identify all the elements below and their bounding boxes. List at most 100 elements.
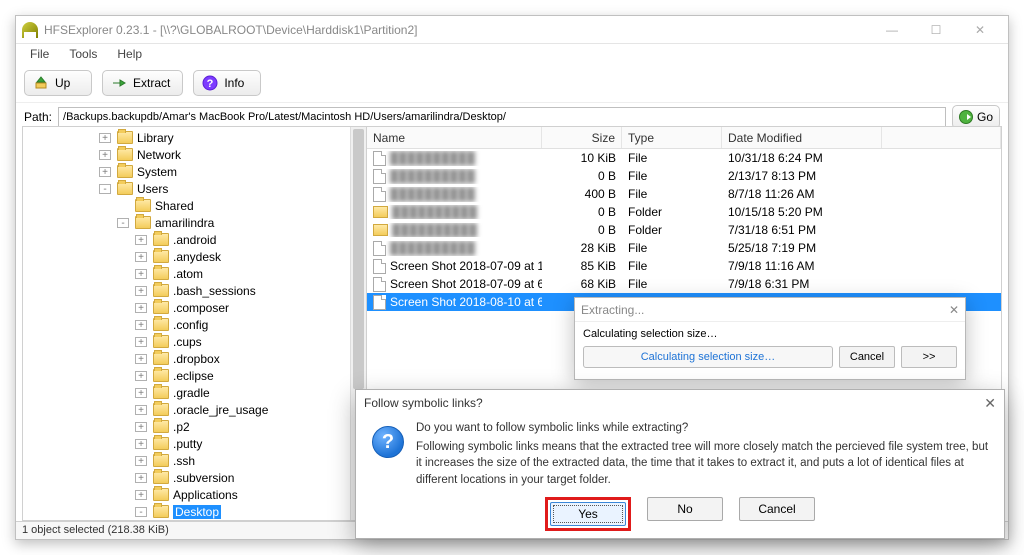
extract-button[interactable]: Extract	[102, 70, 183, 96]
tree-item[interactable]: + .anydesk	[29, 248, 366, 265]
menu-bar: File Tools Help	[16, 44, 1008, 64]
tree-item[interactable]: +.bash_sessions	[29, 282, 366, 299]
no-button[interactable]: No	[647, 497, 723, 521]
tree-item[interactable]: - amarilindra	[29, 214, 366, 231]
extract-label: Extract	[133, 76, 170, 90]
tree-item[interactable]: +.config	[29, 316, 366, 333]
tree-item[interactable]: +.subversion	[29, 469, 366, 486]
extracting-close-icon[interactable]: ✕	[949, 303, 959, 317]
expand-toggle-icon[interactable]: +	[135, 439, 147, 449]
expand-toggle-icon[interactable]: +	[135, 320, 147, 330]
table-row[interactable]: Screen Shot 2018-07-09 at 6.31.68 KiBFil…	[367, 275, 1001, 293]
close-button[interactable]: ✕	[958, 16, 1002, 44]
tree-item-label: Network	[137, 148, 181, 162]
expand-toggle-icon[interactable]: +	[135, 388, 147, 398]
expand-toggle-icon[interactable]: +	[135, 337, 147, 347]
folder-icon	[153, 386, 169, 399]
table-row[interactable]: ██████████400 BFile8/7/18 11:26 AM	[367, 185, 1001, 203]
expand-toggle-icon[interactable]: +	[99, 150, 111, 160]
tree-item[interactable]: +.cups	[29, 333, 366, 350]
status-text: 1 object selected (218.38 KiB)	[22, 524, 169, 536]
minimize-button[interactable]: —	[870, 16, 914, 44]
tree-item[interactable]: + Applications	[29, 486, 366, 503]
tree-item[interactable]: +.composer	[29, 299, 366, 316]
tree-item-label: .anydesk	[173, 250, 221, 264]
menu-tools[interactable]: Tools	[63, 45, 103, 63]
col-date[interactable]: Date Modified	[722, 127, 882, 148]
expand-toggle-icon[interactable]: -	[117, 218, 129, 228]
tree-item[interactable]: -Desktop	[29, 503, 366, 520]
expand-toggle-icon[interactable]: +	[135, 252, 147, 262]
file-size: 400 B	[542, 187, 622, 201]
folder-icon	[153, 318, 169, 331]
file-name: ██████████	[390, 169, 475, 183]
expand-toggle-icon[interactable]: +	[135, 269, 147, 279]
expand-toggle-icon[interactable]: +	[135, 405, 147, 415]
next-extract-button[interactable]: >>	[901, 346, 957, 368]
path-input[interactable]	[58, 107, 946, 127]
info-button[interactable]: ? Info	[193, 70, 261, 96]
expand-toggle-icon[interactable]: -	[99, 184, 111, 194]
cancel-symlinks-button[interactable]: Cancel	[739, 497, 815, 521]
tree-item[interactable]: +.p2	[29, 418, 366, 435]
folder-icon	[153, 250, 169, 263]
tree-item[interactable]: + Network	[29, 146, 366, 163]
expand-toggle-icon[interactable]: +	[135, 456, 147, 466]
menu-file[interactable]: File	[24, 45, 55, 63]
expand-toggle-icon[interactable]: +	[135, 422, 147, 432]
table-row[interactable]: ██████████28 KiBFile5/25/18 7:19 PM	[367, 239, 1001, 257]
folder-icon	[135, 216, 151, 229]
expand-toggle-icon[interactable]: +	[135, 490, 147, 500]
file-name: ██████████	[392, 223, 477, 237]
tree-item[interactable]: +.android	[29, 231, 366, 248]
table-row[interactable]: Screen Shot 2018-07-09 at 11.1585 KiBFil…	[367, 257, 1001, 275]
folder-icon	[153, 488, 169, 501]
expand-toggle-icon[interactable]: +	[99, 133, 111, 143]
maximize-button[interactable]: ☐	[914, 16, 958, 44]
extracting-title: Extracting...	[581, 303, 644, 317]
expand-toggle-icon[interactable]: +	[135, 286, 147, 296]
expand-toggle-icon[interactable]: +	[99, 167, 111, 177]
toolbar: Up Extract ? Info	[16, 64, 1008, 103]
col-name[interactable]: Name	[367, 127, 542, 148]
table-row[interactable]: ██████████10 KiBFile10/31/18 6:24 PM	[367, 149, 1001, 167]
expand-toggle-icon[interactable]: -	[135, 507, 147, 517]
tree-item[interactable]: -Users	[29, 180, 366, 197]
expand-toggle-icon[interactable]: +	[135, 303, 147, 313]
cancel-extract-button[interactable]: Cancel	[839, 346, 895, 368]
expand-toggle-icon[interactable]: +	[135, 473, 147, 483]
file-type: File	[622, 151, 722, 165]
tree-item[interactable]: +.oracle_jre_usage	[29, 401, 366, 418]
table-row[interactable]: ██████████0 BFolder7/31/18 6:51 PM	[367, 221, 1001, 239]
tree-item[interactable]: Shared	[29, 197, 366, 214]
tree-item-label: Applications	[173, 488, 238, 502]
yes-button[interactable]: Yes	[550, 502, 626, 526]
file-name: Screen Shot 2018-08-10 at 6.47.	[390, 295, 542, 309]
scrollbar-thumb[interactable]	[353, 129, 364, 389]
folder-tree[interactable]: +Library+Network+System-UsersShared-amar…	[23, 127, 366, 521]
tree-item[interactable]: +System	[29, 163, 366, 180]
expand-toggle-icon[interactable]: +	[135, 235, 147, 245]
up-button[interactable]: Up	[24, 70, 92, 96]
file-name: Screen Shot 2018-07-09 at 11.15	[390, 259, 542, 273]
symlinks-close-icon[interactable]: ✕	[984, 395, 996, 412]
col-spacer	[882, 127, 1001, 148]
tree-item[interactable]: +Library	[29, 129, 366, 146]
tree-item-label: amarilindra	[155, 216, 214, 230]
tree-item[interactable]: +.eclipse	[29, 367, 366, 384]
tree-item[interactable]: +.gradle	[29, 384, 366, 401]
file-size: 0 B	[542, 223, 622, 237]
col-type[interactable]: Type	[622, 127, 722, 148]
expand-toggle-icon[interactable]: +	[135, 371, 147, 381]
tree-item[interactable]: +.atom	[29, 265, 366, 282]
tree-item[interactable]: +.dropbox	[29, 350, 366, 367]
table-row[interactable]: ██████████0 BFolder10/15/18 5:20 PM	[367, 203, 1001, 221]
col-size[interactable]: Size	[542, 127, 622, 148]
menu-help[interactable]: Help	[111, 45, 148, 63]
expand-toggle-icon[interactable]: +	[135, 354, 147, 364]
info-label: Info	[224, 76, 244, 90]
window-title: HFSExplorer 0.23.1 - [\\?\GLOBALROOT\Dev…	[44, 23, 417, 37]
tree-item[interactable]: +.putty	[29, 435, 366, 452]
table-row[interactable]: ██████████0 BFile2/13/17 8:13 PM	[367, 167, 1001, 185]
tree-item[interactable]: +.ssh	[29, 452, 366, 469]
